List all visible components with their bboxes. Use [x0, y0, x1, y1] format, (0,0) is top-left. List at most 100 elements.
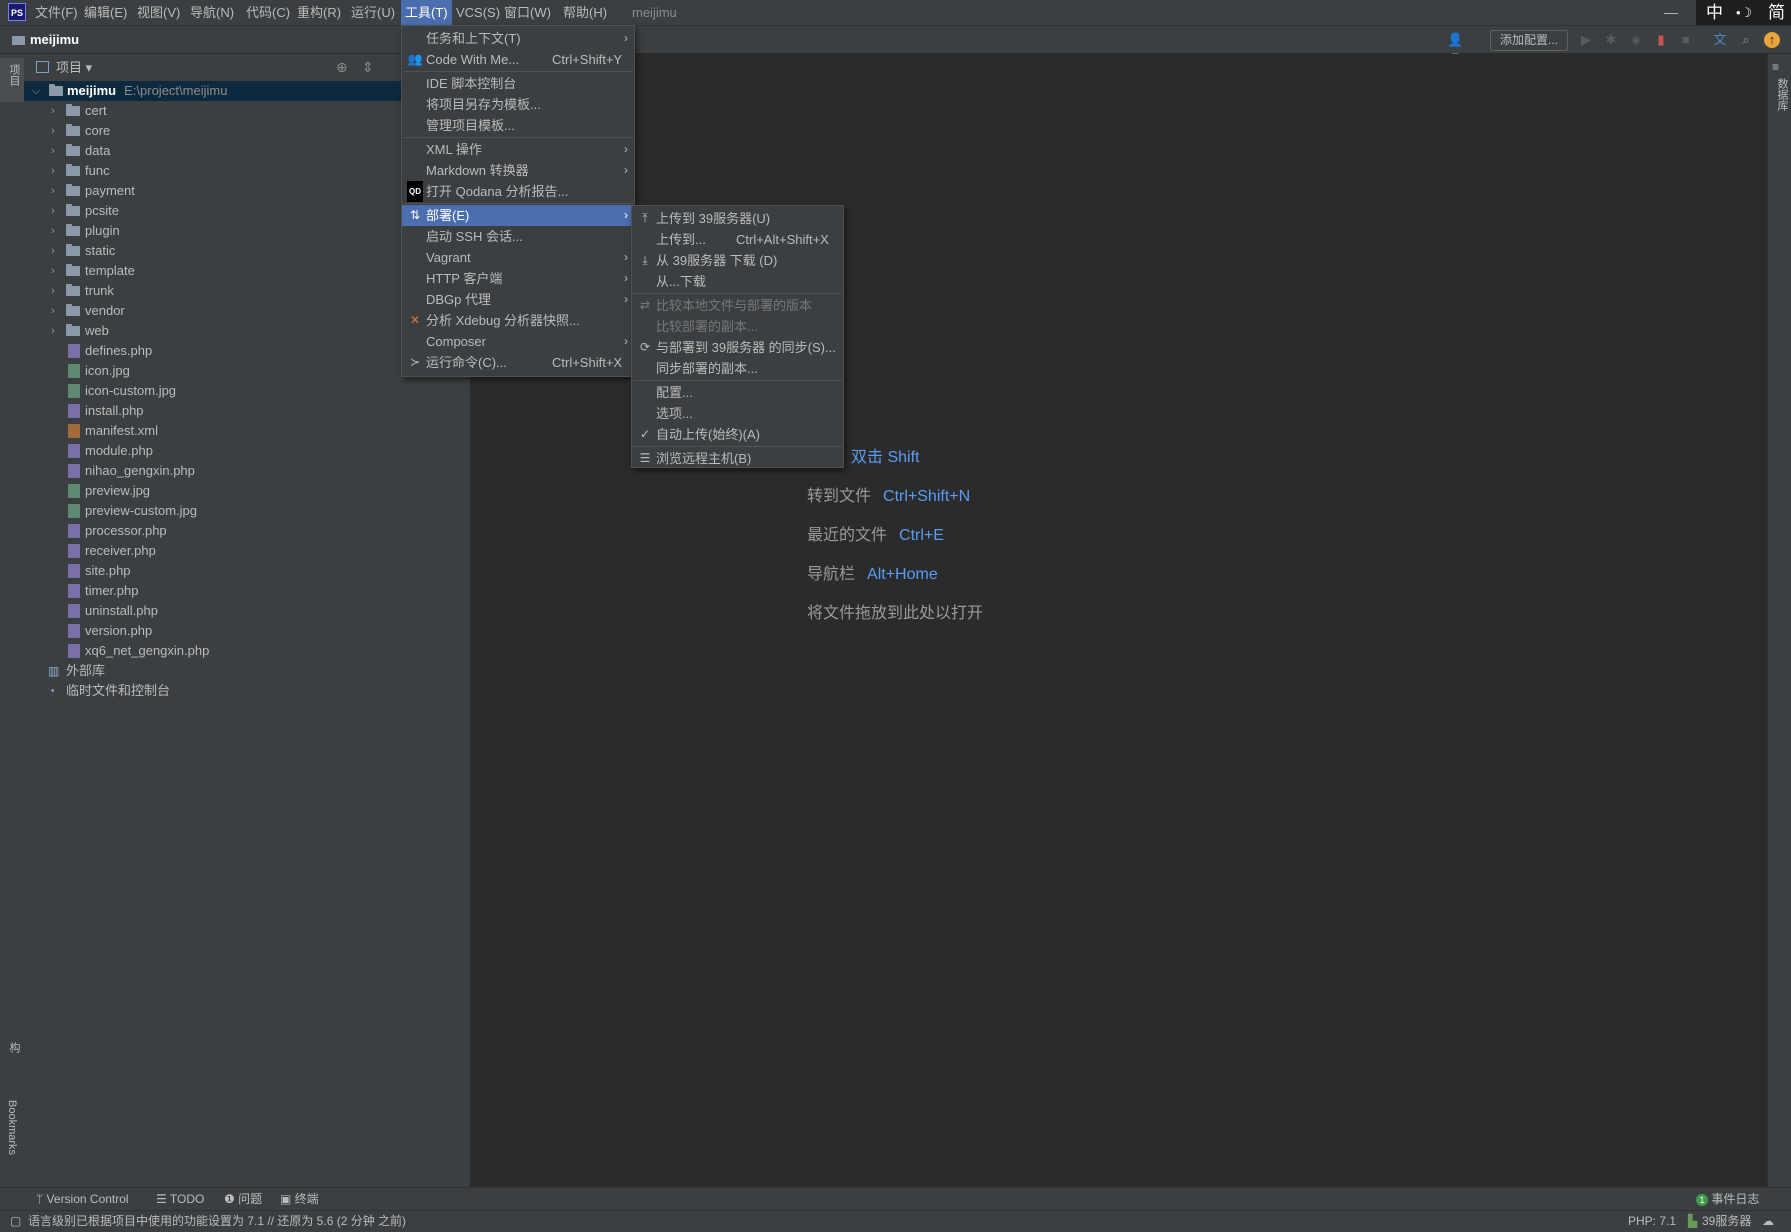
deployment-server[interactable]: 39服务器 [1702, 1211, 1751, 1232]
menu-1[interactable]: 编辑(E) [80, 0, 131, 25]
tools_menu-item[interactable]: ≻ 运行命令(C)... Ctrl+Shift+X [402, 352, 634, 373]
chevron-right-icon[interactable]: › [47, 121, 59, 141]
event-log-tab[interactable]: 1 事件日志 [1696, 1188, 1759, 1211]
chevron-right-icon[interactable]: › [47, 241, 59, 261]
search-icon[interactable]: ⌕ [1738, 32, 1754, 48]
user-icon[interactable]: 👤▾ [1447, 32, 1463, 63]
translate-icon[interactable]: 文 [1712, 32, 1728, 48]
xml-file-icon [68, 424, 80, 438]
menu-7[interactable]: 工具(T) [401, 0, 452, 25]
chevron-right-icon[interactable]: › [47, 261, 59, 281]
ime-indicator[interactable]: 中 •☽ 简 [1696, 0, 1791, 25]
menu-10[interactable]: 帮助(H) [559, 0, 611, 25]
chevron-right-icon[interactable]: › [47, 301, 59, 321]
deploy_menu-item[interactable]: ⤓ 从 39服务器 下载 (D) [632, 250, 843, 271]
tools_menu-item[interactable]: Markdown 转换器 › [402, 160, 634, 181]
tools_menu-item[interactable]: 👥 Code With Me... Ctrl+Shift+Y [402, 49, 634, 70]
menu-8[interactable]: VCS(S) [452, 0, 504, 25]
minimize-icon[interactable]: — [1648, 0, 1694, 25]
tree-file[interactable]: nihao_gengxin.php [24, 461, 470, 481]
debug-icon[interactable]: ✱ [1603, 32, 1619, 48]
tools_menu-item[interactable]: Vagrant › [402, 247, 634, 268]
tree-file[interactable]: icon-custom.jpg [24, 381, 470, 401]
tools_menu-item[interactable]: DBGp 代理 › [402, 289, 634, 310]
chevron-right-icon[interactable]: › [47, 201, 59, 221]
tree-file[interactable]: site.php [24, 561, 470, 581]
tools_menu-item[interactable]: ⇅ 部署(E) › [402, 205, 634, 226]
folder-icon [66, 124, 80, 136]
tools_menu-item[interactable]: XML 操作 › [402, 139, 634, 160]
folder-icon [49, 84, 63, 96]
status-square-icon[interactable]: ▢ [10, 1211, 21, 1232]
chevron-right-icon[interactable]: › [47, 141, 59, 161]
tools_menu-item[interactable]: 管理项目模板... [402, 115, 634, 136]
tree-file[interactable]: version.php [24, 621, 470, 641]
add-configuration-button[interactable]: 添加配置... [1490, 30, 1568, 51]
menu-2[interactable]: 视图(V) [133, 0, 184, 25]
folder-name: core [85, 123, 111, 138]
deploy_menu-item[interactable]: ⤒ 上传到 39服务器(U) [632, 208, 843, 229]
expand-all-icon[interactable]: ⇕ [362, 59, 374, 76]
chevron-down-icon[interactable]: ⌵ [30, 81, 42, 101]
menu-3[interactable]: 导航(N) [186, 0, 238, 25]
chevron-right-icon[interactable]: › [47, 221, 59, 241]
tree-file[interactable]: xq6_net_gengxin.php [24, 641, 470, 661]
deploy_menu-item[interactable]: 配置... [632, 382, 843, 403]
status-message[interactable]: 语言级别已根据项目中使用的功能设置为 7.1 // 还原为 5.6 (2 分钟 … [28, 1211, 406, 1232]
deploy_menu-item[interactable]: 从...下载 [632, 271, 843, 292]
deploy_menu-item[interactable]: ⟳ 与部署到 39服务器 的同步(S)... [632, 337, 843, 358]
menu-5[interactable]: 重构(R) [293, 0, 345, 25]
run-icon[interactable]: ▶ [1578, 32, 1594, 48]
chevron-right-icon[interactable]: › [47, 281, 59, 301]
tree-file[interactable]: install.php [24, 401, 470, 421]
php-debug-icon[interactable]: ▮ [1653, 32, 1669, 48]
chevron-right-icon[interactable]: › [47, 321, 59, 341]
version-control-tab[interactable]: ᛘ Version Control [36, 1188, 129, 1211]
breadcrumb[interactable]: meijimu [12, 26, 79, 53]
menu-6[interactable]: 运行(U) [347, 0, 399, 25]
tools_menu-item[interactable]: IDE 脚本控制台 [402, 73, 634, 94]
tools_menu-item[interactable]: 任务和上下文(T) › [402, 28, 634, 49]
tools_menu-item[interactable]: 启动 SSH 会话... [402, 226, 634, 247]
tree-file[interactable]: manifest.xml [24, 421, 470, 441]
php-version[interactable]: PHP: 7.1 [1628, 1211, 1676, 1232]
update-icon[interactable]: ↑ [1764, 32, 1780, 48]
deploy_menu-item[interactable]: ☰ 浏览远程主机(B) [632, 448, 843, 469]
locate-icon[interactable]: ⊕ [336, 59, 348, 76]
tree-extra-1[interactable]: ◔ 临时文件和控制台 [24, 681, 470, 701]
tree-file[interactable]: preview-custom.jpg [24, 501, 470, 521]
problems-tab[interactable]: ❶ 问题 [224, 1188, 262, 1211]
chevron-right-icon[interactable]: › [47, 161, 59, 181]
menu-0[interactable]: 文件(F) [31, 0, 82, 25]
tree-file[interactable]: uninstall.php [24, 601, 470, 621]
tools_menu-item[interactable]: 将项目另存为模板... [402, 94, 634, 115]
php-file-icon [68, 464, 80, 478]
deploy_menu-item[interactable]: 选项... [632, 403, 843, 424]
project-view-selector[interactable]: 项目 ▾ [56, 54, 92, 81]
todo-tab[interactable]: ☰ TODO [156, 1188, 204, 1211]
deploy_menu-item[interactable]: ✓ 自动上传(始终)(A) [632, 424, 843, 445]
tools_menu-item[interactable]: QD 打开 Qodana 分析报告... [402, 181, 634, 202]
tree-file[interactable]: preview.jpg [24, 481, 470, 501]
menu-4[interactable]: 代码(C) [242, 0, 294, 25]
tools_menu-item[interactable]: HTTP 客户端 › [402, 268, 634, 289]
tools_menu-item[interactable]: Composer › [402, 331, 634, 352]
chevron-right-icon[interactable]: › [47, 181, 59, 201]
notifications-icon[interactable]: ☁ [1762, 1211, 1774, 1232]
tree-file[interactable]: module.php [24, 441, 470, 461]
menu-9[interactable]: 窗口(W) [500, 0, 555, 25]
menu-item-label: IDE 脚本控制台 [426, 76, 517, 91]
stop-icon[interactable]: ■ [1678, 32, 1694, 48]
project-tool-tab[interactable]: 项目 [0, 58, 24, 102]
deploy_menu-item[interactable]: 同步部署的副本... [632, 358, 843, 379]
tools_menu-item[interactable]: ✕ 分析 Xdebug 分析器快照... [402, 310, 634, 331]
tree-file[interactable]: processor.php [24, 521, 470, 541]
database-tool-tab[interactable]: 数据库 [1774, 78, 1790, 111]
coverage-icon[interactable]: ◈ [1628, 32, 1644, 48]
tree-file[interactable]: timer.php [24, 581, 470, 601]
tree-file[interactable]: receiver.php [24, 541, 470, 561]
tree-extra-0[interactable]: ▥ 外部库 [24, 661, 470, 681]
deploy_menu-item[interactable]: 上传到... Ctrl+Alt+Shift+X [632, 229, 843, 250]
chevron-right-icon[interactable]: › [47, 101, 59, 121]
terminal-tab[interactable]: ▣ 终端 [280, 1188, 319, 1211]
